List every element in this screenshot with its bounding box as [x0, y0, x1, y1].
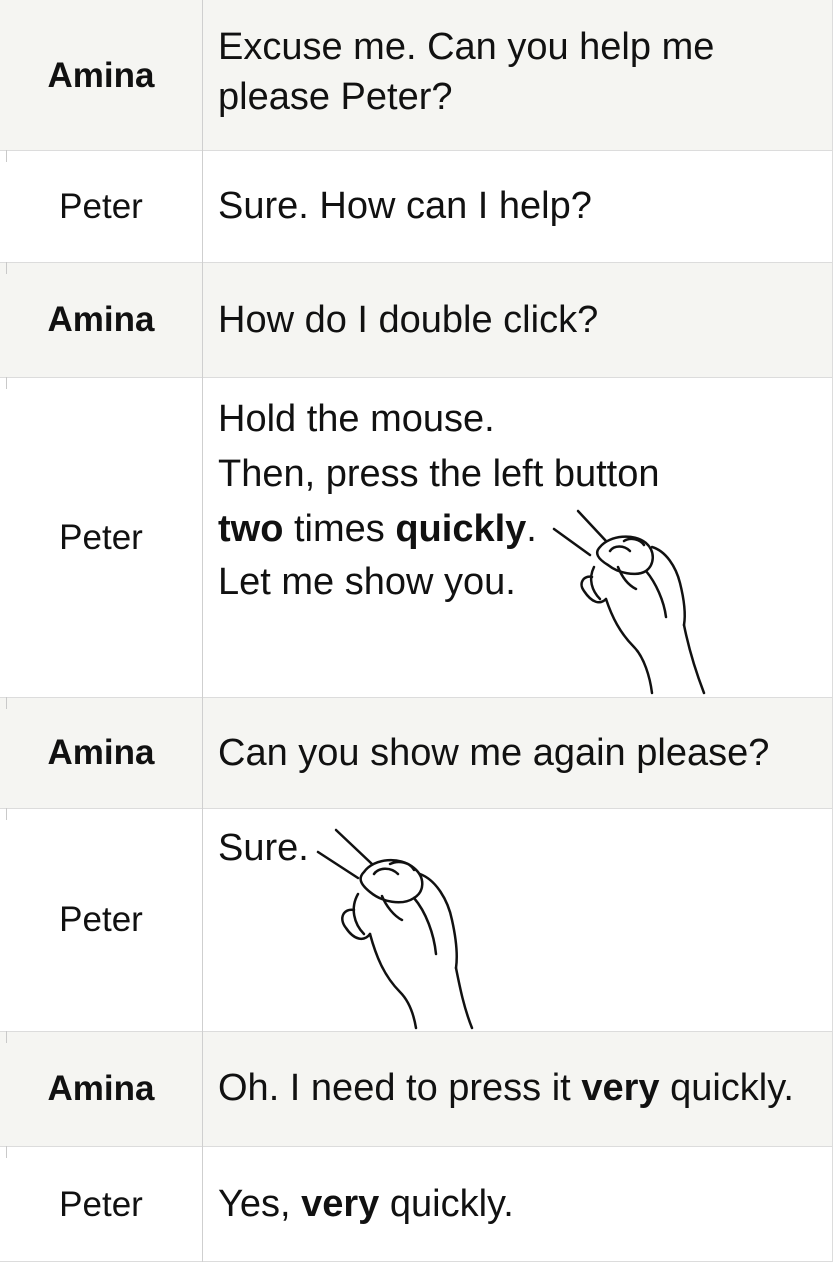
dialogue-row-8: Peter Yes, very quickly.	[0, 1146, 833, 1262]
dialogue-line: Sure. How can I help?	[218, 185, 592, 227]
row-divider	[0, 1146, 833, 1147]
speaker-name: Peter	[59, 900, 143, 939]
row-divider	[0, 1031, 833, 1032]
row-tick	[6, 1146, 7, 1158]
dialogue-row-7: Amina Oh. I need to press it very quickl…	[0, 1031, 833, 1146]
row-divider	[0, 262, 833, 263]
line-text: .	[526, 508, 537, 550]
line-text: quickly.	[379, 1183, 514, 1225]
speaker-name: Peter	[59, 517, 143, 557]
dialogue-line: Sure.	[218, 827, 309, 869]
speaker-name: Amina	[47, 733, 155, 772]
dialogue-line: Yes, very quickly.	[218, 1179, 827, 1229]
row-divider	[0, 150, 833, 151]
dialogue-row-6: Peter Sure.	[0, 808, 833, 1031]
emphasis: two	[218, 508, 284, 550]
row-divider	[0, 808, 833, 809]
speaker-name: Peter	[59, 1184, 143, 1224]
column-divider	[202, 0, 203, 1262]
row-tick	[6, 377, 7, 389]
line-text: times	[283, 508, 396, 550]
row-tick	[6, 262, 7, 274]
dialogue-line: Then, press the left button	[218, 453, 660, 495]
dialogue-row-4: Peter Hold the mouse. Then, press the le…	[0, 377, 833, 697]
hand-on-mouse-icon	[552, 509, 706, 695]
row-divider	[0, 697, 833, 698]
dialogue-line: please Peter?	[218, 76, 453, 118]
line-text: Yes,	[218, 1183, 302, 1225]
emphasis: very	[301, 1183, 380, 1225]
dialogue-row-3: Amina How do I double click?	[0, 262, 833, 377]
speaker-name: Amina	[47, 55, 155, 95]
dialogue-row-2: Peter Sure. How can I help?	[0, 150, 833, 262]
dialogue-line: Let me show you.	[218, 561, 516, 603]
dialogue-row-5: Amina Can you show me again please?	[0, 697, 833, 808]
dialogue-row-1: Amina Excuse me. Can you help me please …	[0, 0, 833, 150]
speaker-name: Peter	[59, 186, 143, 226]
emphasis: very	[581, 1067, 660, 1109]
dialogue-line: Oh. I need to press it very quickly.	[218, 1063, 827, 1113]
speaker-name: Amina	[47, 1069, 155, 1108]
speaker-name: Amina	[47, 300, 155, 339]
line-text: Oh. I need to press it	[218, 1067, 582, 1109]
dialogue-table: Amina Excuse me. Can you help me please …	[0, 0, 833, 1262]
dialogue-line: How do I double click?	[218, 299, 599, 341]
dialogue-line: two times quickly.	[218, 504, 827, 554]
row-tick	[6, 808, 7, 820]
hand-on-mouse-icon	[316, 828, 474, 1030]
row-tick	[6, 1031, 7, 1043]
row-tick	[6, 697, 7, 709]
emphasis: quickly	[395, 508, 527, 550]
line-text: quickly.	[659, 1067, 794, 1109]
dialogue-line: Excuse me. Can you help me	[218, 26, 715, 68]
row-divider	[0, 377, 833, 378]
dialogue-line: Can you show me again please?	[218, 732, 770, 774]
row-tick	[6, 150, 7, 162]
dialogue-line: Hold the mouse.	[218, 398, 495, 440]
